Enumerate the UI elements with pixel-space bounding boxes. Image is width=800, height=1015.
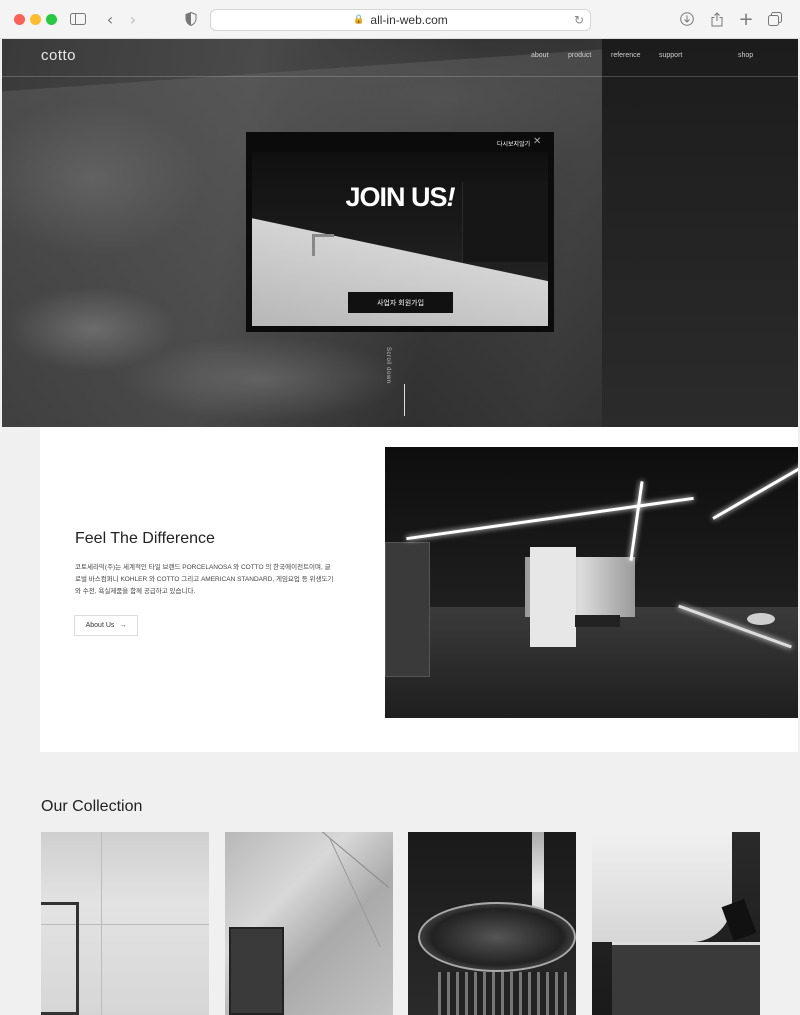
marble-vein bbox=[329, 837, 381, 948]
faucet-spout bbox=[312, 234, 334, 237]
nav-product[interactable]: product bbox=[568, 52, 591, 59]
nav-about[interactable]: about bbox=[531, 52, 549, 59]
share-icon[interactable] bbox=[707, 9, 727, 29]
vanity-sink bbox=[592, 832, 732, 942]
phone bbox=[721, 898, 757, 942]
collection-item-faucet[interactable] bbox=[408, 832, 576, 1015]
ceiling-light-strip bbox=[629, 481, 644, 561]
address-bar[interactable]: 🔒 all-in-web.com ↻ bbox=[210, 9, 591, 31]
tile-joint bbox=[101, 832, 102, 1015]
showroom-table bbox=[575, 615, 620, 627]
back-icon[interactable]: ‹ bbox=[100, 9, 120, 29]
water-drops bbox=[438, 972, 568, 1015]
ceiling-light-strip bbox=[406, 496, 694, 541]
feel-title: Feel The Difference bbox=[75, 530, 215, 547]
feel-section: Feel The Difference 코토세라믹(주)는 세계적인 타일 브랜… bbox=[40, 427, 798, 752]
collection-item-vanity[interactable] bbox=[592, 832, 760, 1015]
collection-title: Our Collection bbox=[41, 798, 143, 815]
new-tab-icon[interactable]: + bbox=[736, 9, 756, 30]
url-text: all-in-web.com bbox=[370, 13, 448, 27]
arrow-right-icon: → bbox=[119, 622, 127, 629]
vanity-drawer bbox=[612, 942, 760, 1015]
game-tray bbox=[229, 927, 284, 1015]
site-logo[interactable]: cotto bbox=[41, 47, 76, 64]
close-icon[interactable]: ✕ bbox=[533, 136, 541, 147]
nav-shop[interactable]: shop bbox=[738, 52, 753, 59]
showroom-image bbox=[385, 447, 798, 718]
join-popup: 다시보지않기 ✕ JOIN US! 사업자 회원가입 bbox=[246, 132, 554, 332]
lock-icon: 🔒 bbox=[353, 15, 365, 25]
marble-vein bbox=[281, 832, 389, 888]
showroom-display-cabinet bbox=[385, 542, 430, 677]
popup-headline-accent: ! bbox=[446, 182, 456, 212]
zoom-window-button[interactable] bbox=[46, 14, 57, 25]
sink-bowl bbox=[418, 902, 576, 972]
shield-icon[interactable] bbox=[181, 9, 201, 29]
scroll-indicator-line bbox=[404, 384, 405, 416]
sidebar-toggle-icon[interactable] bbox=[68, 9, 88, 29]
tabs-overview-icon[interactable] bbox=[765, 9, 785, 29]
showroom-plant bbox=[747, 613, 775, 625]
browser-toolbar: ‹ › 🔒 all-in-web.com ↻ + bbox=[0, 0, 800, 39]
popup-headline-text: JOIN US bbox=[345, 182, 447, 212]
feel-description: 코토세라믹(주)는 세계적인 타일 브랜드 PORCELANOSA 와 COTT… bbox=[75, 564, 334, 595]
nav-support[interactable]: support bbox=[659, 52, 682, 59]
popup-headline: JOIN US! bbox=[246, 182, 554, 213]
site-header: cotto about product reference support sh… bbox=[2, 39, 798, 77]
ceiling-light-strip bbox=[712, 457, 798, 520]
dont-show-again-link[interactable]: 다시보지않기 bbox=[497, 139, 530, 148]
reload-icon[interactable]: ↻ bbox=[574, 13, 584, 27]
download-icon[interactable] bbox=[677, 9, 697, 29]
hero-background-shadow bbox=[602, 39, 798, 427]
scroll-down-label: Scroll down bbox=[385, 347, 391, 384]
faucet-body bbox=[312, 236, 315, 256]
about-us-button[interactable]: About Us → bbox=[74, 615, 138, 636]
about-us-label: About Us bbox=[85, 622, 115, 629]
minimize-window-button[interactable] bbox=[30, 14, 41, 25]
forward-icon[interactable]: › bbox=[123, 9, 143, 29]
business-signup-button[interactable]: 사업자 회원가입 bbox=[348, 292, 453, 313]
close-window-button[interactable] bbox=[14, 14, 25, 25]
showroom-pillar bbox=[530, 547, 576, 647]
nav-reference[interactable]: reference bbox=[611, 52, 641, 59]
chair-frame bbox=[41, 902, 79, 1015]
collection-item-tile[interactable] bbox=[41, 832, 209, 1015]
collection-item-marble[interactable] bbox=[225, 832, 393, 1015]
